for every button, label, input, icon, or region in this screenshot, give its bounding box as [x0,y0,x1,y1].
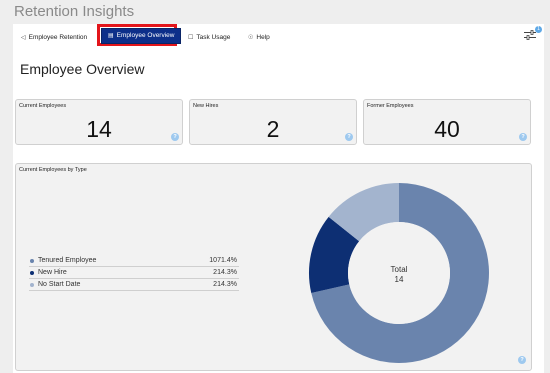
kpi-label: New Hires [193,103,219,109]
retention-icon: ◁ [21,35,26,41]
kpi-current-employees: Current Employees 14 ? [15,99,183,145]
help-icon: ☉ [248,35,254,41]
info-icon[interactable]: ? [345,133,353,141]
donut-center-value: 14 [395,275,404,284]
tab-help[interactable]: ☉ Help [248,31,270,44]
kpi-former-employees: Former Employees 40 ? [363,99,531,145]
kpi-label: Former Employees [367,103,414,109]
info-icon[interactable]: ? [171,133,179,141]
tab-employee-overview[interactable]: ▤ Employee Overview [101,28,182,44]
kpi-label: Current Employees [19,103,67,109]
task-icon: ☐ [188,35,194,41]
legend-item[interactable]: No Start Date 2 14.3% [29,279,239,291]
info-icon[interactable]: ? [518,356,526,364]
legend-percent: 14.3% [217,281,237,288]
legend-percent: 14.3% [217,269,237,276]
kpi-value: 40 [434,116,460,142]
kpi-value: 14 [86,116,112,142]
legend-label: New Hire [38,269,67,276]
filter-button[interactable]: 1 [524,26,542,42]
tab-label: Employee Retention [28,34,88,41]
chart-title: Current Employees by Type [19,167,87,173]
legend-item[interactable]: Tenured Employee 10 71.4% [29,255,239,267]
kpi-value: 2 [266,116,280,142]
page-title: Employee Overview [20,61,145,77]
tab-task-usage[interactable]: ☐ Task Usage [188,31,230,44]
tab-label: Employee Overview [116,32,175,39]
legend-item[interactable]: New Hire 2 14.3% [29,267,239,279]
legend-swatch [30,258,34,263]
filter-icon [524,30,536,40]
tab-label: Help [256,34,270,41]
employees-by-type-panel: Current Employees by Type Tenured Employ… [15,163,532,371]
info-icon[interactable]: ? [519,133,527,141]
donut-center-label: Total [391,265,408,274]
donut-chart: Total14 [309,183,489,363]
legend-percent: 71.4% [217,257,237,264]
overview-icon: ▤ [108,33,114,39]
legend-label: No Start Date [38,281,81,288]
kpi-new-hires: New Hires 2 ? [189,99,357,145]
tab-employee-retention[interactable]: ◁ Employee Retention [21,31,87,44]
main-content: Employee Overview Current Employees 14 ?… [13,50,544,373]
legend-swatch [30,282,34,287]
tab-label: Task Usage [196,34,231,41]
legend-swatch [30,270,34,275]
app-title: Retention Insights [14,3,135,20]
chart-legend: Tenured Employee 10 71.4% New Hire 2 14.3% No … [29,255,239,291]
legend-label: Tenured Employee [38,257,97,264]
top-navbar: ◁ Employee Retention ▤ Employee Overview ☐… [13,24,544,50]
filter-count-badge: 1 [535,26,542,33]
